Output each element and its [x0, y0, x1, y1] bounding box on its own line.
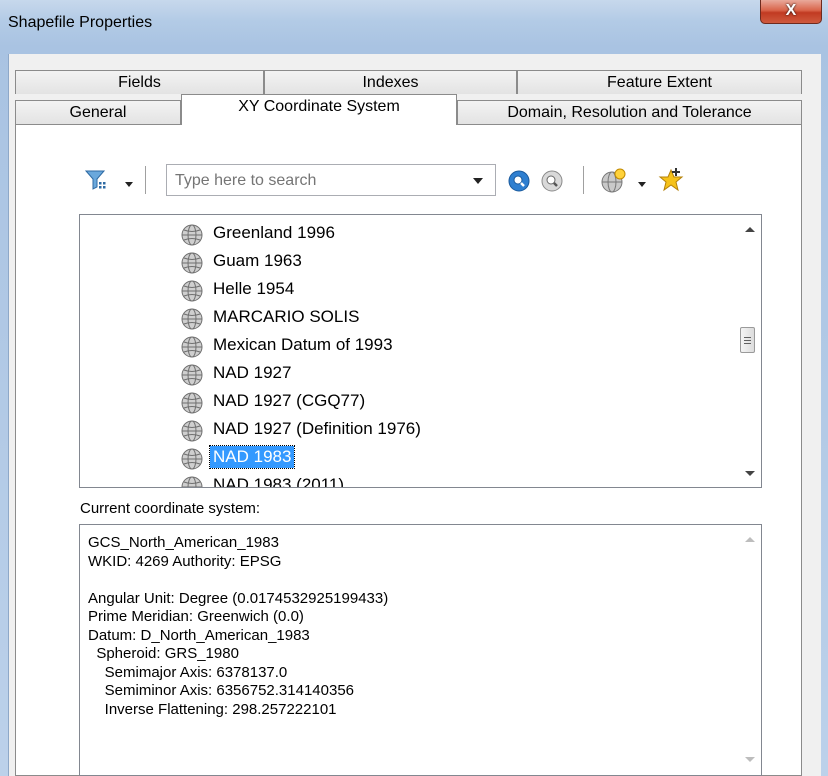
search-box[interactable] — [166, 164, 496, 196]
toolbar-separator — [145, 166, 146, 194]
tab-fields[interactable]: Fields — [15, 70, 264, 94]
tab-xy-coordinate-system[interactable]: XY Coordinate System — [181, 94, 457, 125]
star-add-icon[interactable] — [657, 165, 685, 197]
globe-icon — [180, 419, 204, 447]
list-item-label: MARCARIO SOLIS — [213, 307, 360, 326]
detail-line: Inverse Flattening: 298.257222101 — [88, 700, 337, 718]
scroll-up-icon[interactable] — [745, 227, 755, 232]
globe-icon — [180, 447, 204, 475]
detail-line: Spheroid: GRS_1980 — [88, 645, 239, 662]
filter-dropdown-icon[interactable] — [125, 182, 133, 187]
detail-line: Datum: D_North_American_1983 — [88, 626, 310, 644]
close-button[interactable]: X — [760, 0, 822, 24]
tab-general[interactable]: General — [15, 100, 181, 124]
list-item-label: NAD 1983 (2011) — [213, 475, 345, 488]
globe-icon — [180, 475, 204, 487]
detail-line: Semimajor Axis: 6378137.0 — [88, 663, 288, 681]
window-title: Shapefile Properties — [8, 14, 153, 31]
coordinate-system-list[interactable]: Greenland 1996 Guam 1963 Helle 1954 MARCARI… — [79, 214, 762, 488]
tab-feature-extent[interactable]: Feature Extent — [517, 70, 802, 94]
search-dropdown-icon[interactable] — [473, 178, 483, 184]
detail-line: WKID: 4269 Authority: EPSG — [88, 552, 282, 570]
details-scrollbar[interactable] — [737, 525, 761, 775]
list-item-label: Guam 1963 — [213, 251, 302, 270]
list-scrollbar[interactable] — [737, 215, 761, 487]
globe-icon — [180, 391, 204, 419]
list-item-label: Helle 1954 — [213, 279, 295, 298]
globe-icon — [180, 363, 204, 391]
globe-icon — [180, 251, 204, 279]
toolbar-separator-2 — [583, 166, 584, 194]
tab-indexes[interactable]: Indexes — [264, 70, 517, 94]
clear-search-icon[interactable] — [540, 169, 564, 197]
details-scroll-up-icon[interactable] — [745, 537, 755, 542]
details-scroll-down-icon[interactable] — [745, 757, 755, 762]
scroll-down-icon[interactable] — [745, 471, 755, 476]
globe-icon — [180, 335, 204, 363]
current-system-details[interactable]: GCS_North_American_1983 WKID: 4269 Author… — [79, 524, 762, 776]
detail-line: Angular Unit: Degree (0.0174532925199433… — [88, 589, 389, 607]
globe-icon — [180, 223, 204, 251]
list-item-label: NAD 1983 — [208, 445, 296, 469]
tab-domain-resolution-tolerance[interactable]: Domain, Resolution and Tolerance — [457, 100, 802, 124]
detail-line: Semiminor Axis: 6356752.314140356 — [88, 682, 355, 699]
current-system-label: Current coordinate system: — [80, 500, 261, 517]
search-icon[interactable] — [507, 169, 531, 197]
filter-icon[interactable] — [84, 168, 108, 196]
detail-line: GCS_North_American_1983 — [88, 534, 279, 551]
list-item-label: Mexican Datum of 1993 — [213, 335, 393, 354]
globe-dropdown-icon[interactable] — [638, 182, 646, 187]
globe-icon — [180, 279, 204, 307]
title-bar: Shapefile Properties — [0, 0, 828, 47]
globe-icon — [180, 307, 204, 335]
detail-line: Prime Meridian: Greenwich (0.0) — [88, 608, 304, 625]
scrollbar-thumb[interactable] — [740, 327, 755, 353]
list-item-label: NAD 1927 — [213, 363, 292, 382]
globe-add-icon[interactable] — [599, 167, 627, 199]
list-item-label: NAD 1927 (CGQ77) — [213, 391, 366, 410]
search-input[interactable] — [173, 169, 467, 193]
list-item-label: NAD 1927 (Definition 1976) — [213, 419, 421, 438]
list-item-label: Greenland 1996 — [213, 223, 335, 242]
